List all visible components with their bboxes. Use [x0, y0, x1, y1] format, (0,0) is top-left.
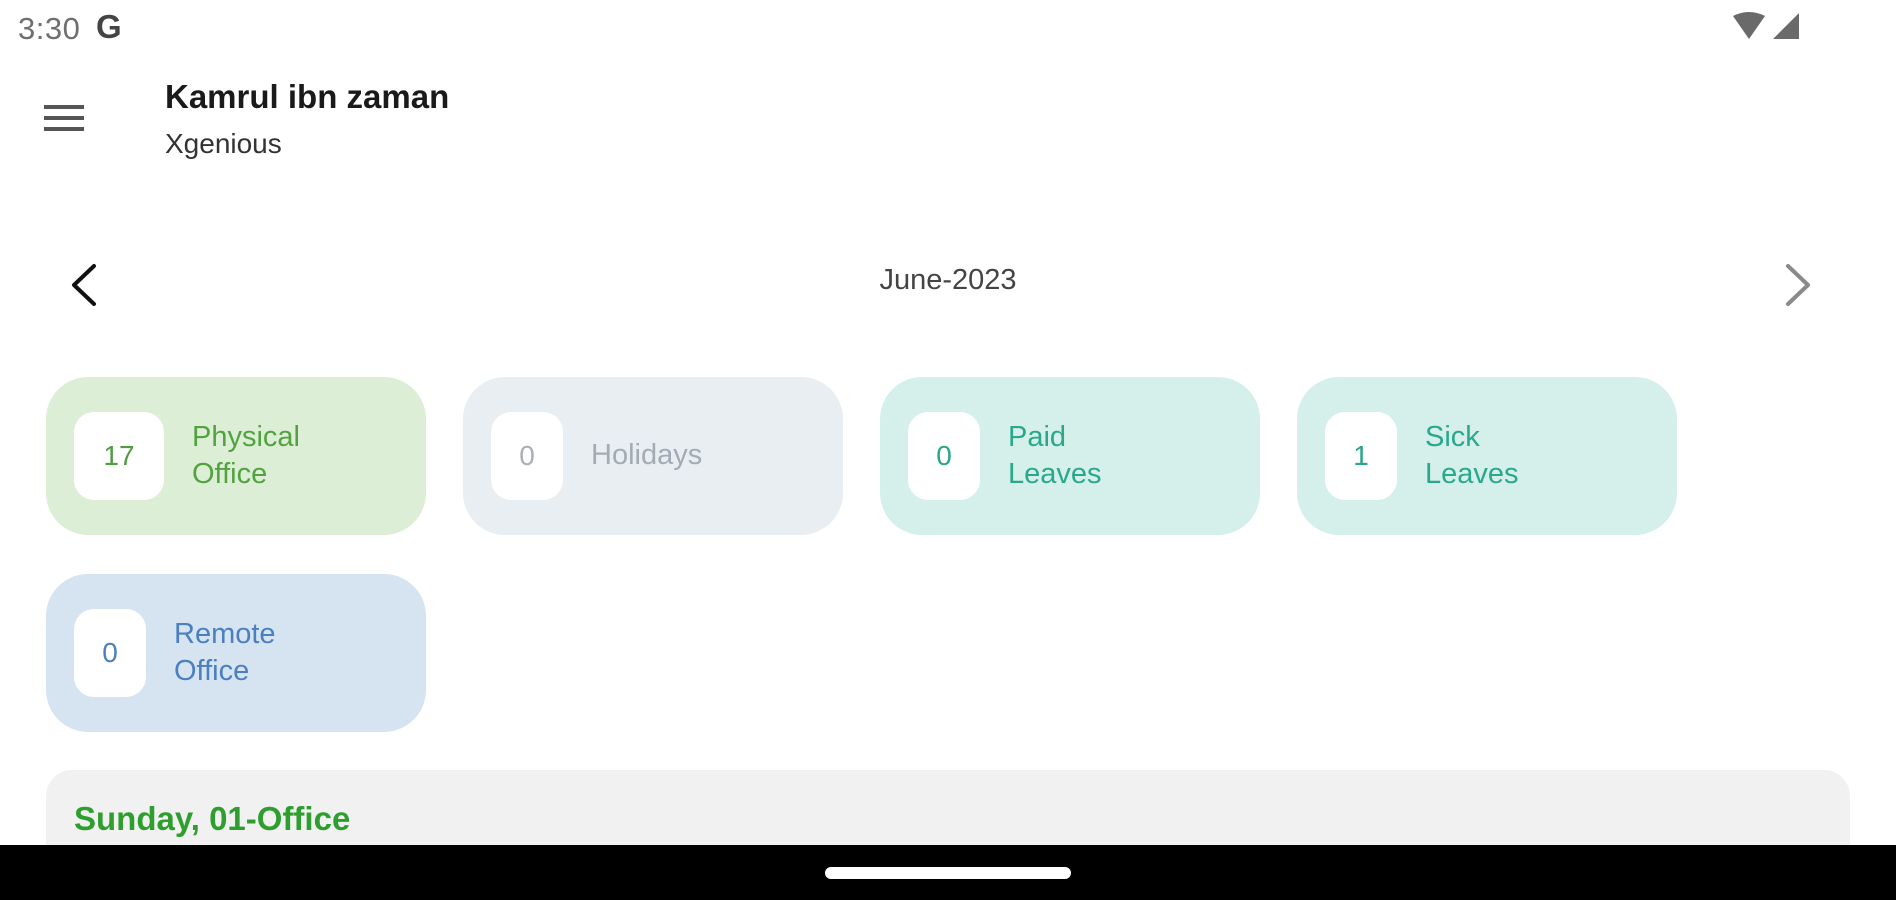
previous-month-button[interactable] [62, 260, 112, 310]
status-time: 3:30 [18, 11, 81, 46]
summary-card-sick-leaves[interactable]: 1 Sick Leaves [1297, 377, 1677, 535]
physical-office-label: Physical Office [192, 421, 300, 490]
navigation-bar [0, 845, 1896, 900]
wifi-icon [1733, 12, 1765, 39]
paid-leaves-count: 0 [908, 412, 980, 500]
signal-icon [1773, 13, 1799, 39]
holidays-count: 0 [491, 412, 563, 500]
hamburger-menu-icon [44, 105, 84, 131]
status-icons [1732, 12, 1800, 40]
home-gesture-handle[interactable] [825, 867, 1071, 879]
remote-office-label: Remote Office [174, 618, 276, 687]
physical-office-count: 17 [74, 412, 164, 500]
month-navigator: June-2023 [0, 250, 1896, 320]
company-name: Xgenious [165, 128, 282, 159]
menu-button[interactable] [40, 98, 90, 140]
summary-card-remote-office[interactable]: 0 Remote Office [46, 574, 426, 732]
holidays-label: Holidays [591, 439, 703, 471]
user-name: Kamrul ibn zaman [165, 78, 450, 115]
day-title: Sunday, 01-Office [74, 800, 351, 837]
status-bar: 3:30 G [0, 0, 1896, 58]
google-icon: G [96, 8, 122, 45]
month-label: June-2023 [879, 264, 1017, 296]
next-month-button[interactable] [1770, 260, 1820, 310]
remote-office-count: 0 [74, 609, 146, 697]
summary-card-holidays[interactable]: 0 Holidays [463, 377, 843, 535]
summary-card-paid-leaves[interactable]: 0 Paid Leaves [880, 377, 1260, 535]
chevron-right-icon [1786, 264, 1810, 306]
paid-leaves-label: Paid Leaves [1008, 421, 1102, 490]
sick-leaves-count: 1 [1325, 412, 1397, 500]
sick-leaves-label: Sick Leaves [1425, 421, 1519, 490]
summary-card-physical-office[interactable]: 17 Physical Office [46, 377, 426, 535]
chevron-left-icon [72, 264, 96, 306]
